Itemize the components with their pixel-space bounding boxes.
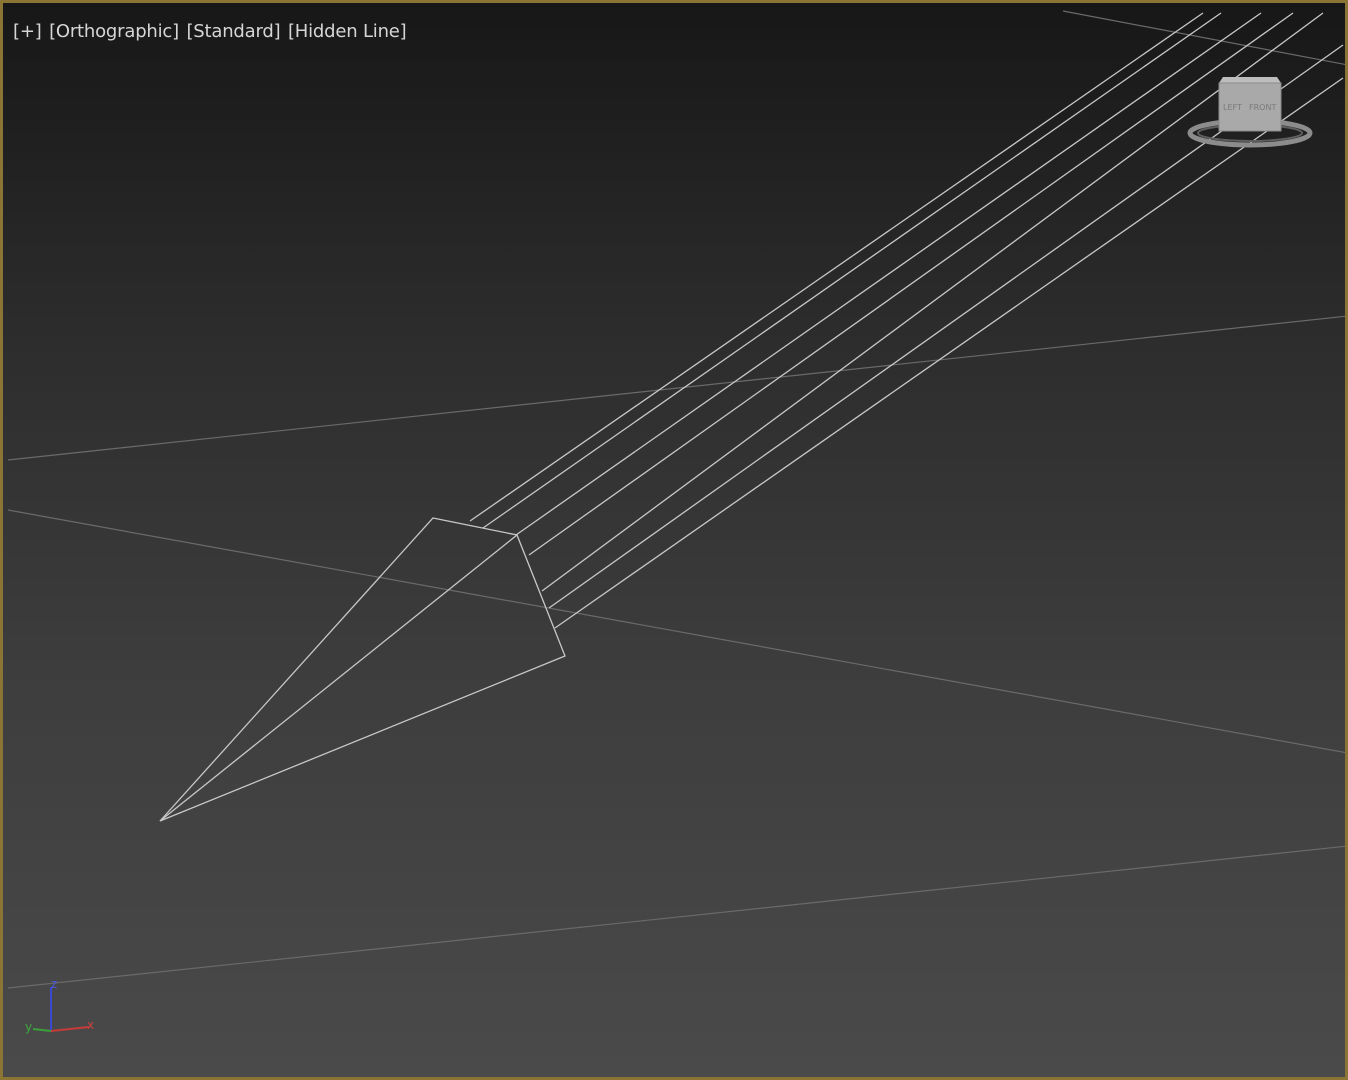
arrowhead-edge [159, 534, 518, 822]
grid-line [7, 509, 1345, 754]
grid-line [7, 315, 1345, 461]
viewport-menu-plus[interactable]: [+] [13, 21, 42, 42]
viewport-menu-shading[interactable]: [Hidden Line] [288, 21, 407, 42]
viewport-menu-quality[interactable]: [Standard] [186, 21, 280, 42]
scene-canvas[interactable] [3, 3, 1348, 1080]
shaft-edge [482, 12, 1222, 529]
ground-grid [7, 10, 1345, 989]
shaft-edge [515, 12, 1262, 536]
y-axis-label: y [25, 1020, 32, 1034]
viewcube-face-label: FRONT [1249, 103, 1276, 112]
viewport-menu-view[interactable]: [Orthographic] [49, 21, 179, 42]
y-axis-line [32, 1028, 52, 1032]
x-axis-line [50, 1026, 90, 1032]
viewcube-widget[interactable]: LEFT FRONT [1183, 73, 1318, 158]
arrow-object[interactable] [159, 12, 1344, 822]
arrowhead-outline [159, 517, 566, 822]
shaft-edge [528, 12, 1294, 556]
shaft-edge [554, 77, 1344, 629]
viewcube-side-label: LEFT [1223, 103, 1242, 112]
viewcube-top-face[interactable] [1219, 77, 1281, 83]
x-axis-label: x [87, 1018, 94, 1032]
axis-tripod: z x y [21, 975, 106, 1045]
viewport-label-menu: [+] [Orthographic] [Standard] [Hidden Li… [13, 21, 409, 42]
grid-line [1062, 10, 1345, 66]
viewport-orthographic[interactable]: [+] [Orthographic] [Standard] [Hidden Li… [0, 0, 1348, 1080]
z-axis-label: z [51, 977, 57, 991]
grid-line [7, 845, 1345, 989]
shaft-edge [469, 12, 1204, 522]
